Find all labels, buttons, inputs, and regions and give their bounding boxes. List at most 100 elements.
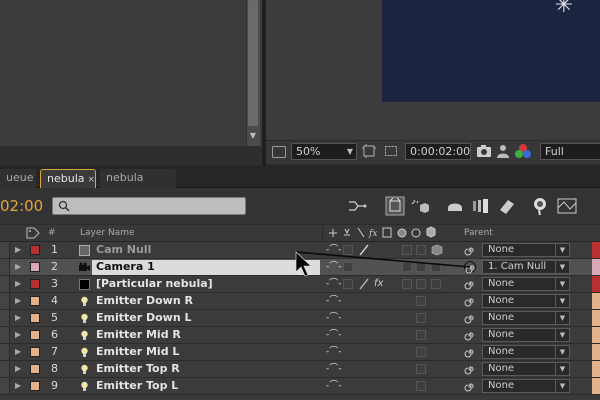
motion-blur-switch[interactable]	[402, 279, 412, 289]
3d-layer-switch[interactable]	[431, 262, 441, 272]
layer-row[interactable]: ▶ 3 [Particular nebula] -⌒- fx None ▼	[0, 276, 600, 293]
column-header-layer-name[interactable]: Layer Name	[80, 227, 135, 239]
parent-pick-whip-icon[interactable]	[464, 363, 476, 375]
visibility-toggle[interactable]	[0, 259, 10, 275]
layer-row[interactable]: ▶ 5 Emitter Down L -⌒- None ▼	[0, 310, 600, 327]
layer-row[interactable]: ▶ 2 Camera 1 -⌒- 1. Cam Null ▼	[0, 259, 600, 276]
3d-layer-switch[interactable]	[431, 279, 441, 289]
twirl-arrow-icon[interactable]: ▶	[15, 259, 21, 275]
twirl-arrow-icon[interactable]: ▶	[15, 310, 21, 326]
shy-switch-icon[interactable]: -⌒-	[326, 348, 342, 357]
motion-blur-switch[interactable]	[402, 245, 412, 255]
layer-name[interactable]: Emitter Top R	[96, 361, 180, 377]
adjustment-switch[interactable]	[416, 347, 426, 357]
timeline-bar-label[interactable]	[592, 259, 600, 275]
layer-row[interactable]: ▶ 8 Emitter Top R -⌒- None ▼	[0, 361, 600, 378]
visibility-toggle[interactable]	[0, 242, 10, 258]
draft-3d-icon[interactable]	[384, 196, 406, 216]
layer-name[interactable]: Camera 1	[96, 259, 155, 275]
timeline-bar-label[interactable]	[592, 344, 600, 360]
label-color-swatch[interactable]	[30, 347, 40, 357]
parent-pick-whip-icon[interactable]	[464, 312, 476, 324]
parent-dropdown[interactable]: None ▼	[482, 328, 570, 342]
layer-name[interactable]: Emitter Top L	[96, 378, 178, 394]
timeline-bar-label[interactable]	[592, 310, 600, 326]
close-icon[interactable]: ×	[88, 175, 96, 185]
twirl-arrow-icon[interactable]: ▶	[15, 327, 21, 343]
visibility-toggle[interactable]	[0, 378, 10, 394]
label-color-swatch[interactable]	[30, 381, 40, 391]
collapse-switch[interactable]	[343, 245, 353, 255]
tab-render-queue[interactable]: ueue	[0, 169, 36, 188]
column-header-number[interactable]: #	[48, 227, 56, 239]
layer-name[interactable]: Cam Null	[96, 242, 151, 258]
parent-dropdown[interactable]: None ▼	[482, 294, 570, 308]
3d-layer-icon[interactable]	[431, 244, 443, 256]
region-of-interest-icon[interactable]	[362, 144, 376, 158]
layer-name[interactable]: Emitter Mid R	[96, 327, 181, 343]
parent-dropdown[interactable]: 1. Cam Null ▼	[482, 260, 570, 274]
label-color-swatch[interactable]	[30, 279, 40, 289]
collapse-switch[interactable]	[343, 262, 353, 272]
brainstorm-icon[interactable]	[496, 196, 518, 216]
layer-search-input[interactable]	[52, 197, 246, 215]
adjustment-switch[interactable]	[416, 330, 426, 340]
label-color-swatch[interactable]	[30, 245, 40, 255]
twirl-arrow-icon[interactable]: ▶	[15, 293, 21, 309]
adjustment-switch[interactable]	[416, 364, 426, 374]
parent-dropdown[interactable]: None ▼	[482, 379, 570, 393]
transparency-grid-icon[interactable]	[384, 144, 398, 158]
current-time-display[interactable]: 02:00	[0, 196, 44, 216]
composition-mini-flowchart-icon[interactable]	[346, 196, 368, 216]
visibility-toggle[interactable]	[0, 293, 10, 309]
twirl-arrow-icon[interactable]: ▶	[15, 276, 21, 292]
camera-snapshot-icon[interactable]	[476, 144, 492, 158]
layer-row[interactable]: ▶ 7 Emitter Mid L -⌒- None ▼	[0, 344, 600, 361]
graph-view-icon[interactable]	[556, 196, 578, 216]
layer-name[interactable]: [Particular nebula]	[96, 276, 213, 292]
show-snapshot-icon[interactable]	[496, 144, 510, 158]
visibility-toggle[interactable]	[0, 361, 10, 377]
tab-nebula[interactable]: nebula ×	[40, 169, 96, 188]
effects-switch-icon[interactable]: fx	[374, 276, 383, 292]
label-color-swatch[interactable]	[30, 313, 40, 323]
timeline-bar-label[interactable]	[592, 378, 600, 394]
parent-pick-whip-icon[interactable]	[464, 244, 476, 256]
shy-switch-icon[interactable]: -⌒-	[326, 280, 342, 289]
always-preview-icon[interactable]	[272, 146, 286, 158]
parent-dropdown[interactable]: None ▼	[482, 345, 570, 359]
label-color-swatch[interactable]	[30, 364, 40, 374]
layer-row[interactable]: ▶ 4 Emitter Down R -⌒- None ▼	[0, 293, 600, 310]
parent-dropdown[interactable]: None ▼	[482, 311, 570, 325]
visibility-toggle[interactable]	[0, 276, 10, 292]
shy-switch-icon[interactable]: -⌒-	[326, 331, 342, 340]
scroll-down-arrow-icon[interactable]: ▼	[248, 130, 258, 142]
parent-pick-whip-icon[interactable]	[464, 329, 476, 341]
adjustment-switch[interactable]	[416, 245, 426, 255]
collapse-switch[interactable]	[343, 279, 353, 289]
visibility-toggle[interactable]	[0, 327, 10, 343]
shy-switch-icon[interactable]: -⌒-	[326, 246, 342, 255]
visibility-toggle[interactable]	[0, 310, 10, 326]
column-header-parent[interactable]: Parent	[464, 227, 493, 239]
parent-dropdown[interactable]: None ▼	[482, 277, 570, 291]
layer-name[interactable]: Emitter Down R	[96, 293, 193, 309]
parent-pick-whip-icon[interactable]	[464, 278, 476, 290]
shy-switch-icon[interactable]: -⌒-	[326, 297, 342, 306]
label-color-swatch[interactable]	[30, 330, 40, 340]
current-time-field[interactable]: 0:00:02:00	[405, 143, 471, 160]
shy-switch-icon[interactable]: -⌒-	[326, 365, 342, 374]
parent-pick-whip-icon[interactable]	[464, 346, 476, 358]
parent-pick-whip-icon[interactable]	[464, 295, 476, 307]
motion-blur-icon[interactable]	[470, 196, 492, 216]
timeline-bar-label[interactable]	[592, 327, 600, 343]
layer-row[interactable]: ▶ 1 Cam Null -⌒- None ▼	[0, 242, 600, 259]
layer-name[interactable]: Emitter Mid L	[96, 344, 179, 360]
twirl-arrow-icon[interactable]: ▶	[15, 344, 21, 360]
timeline-bar-label[interactable]	[592, 242, 600, 258]
parent-pick-whip-icon[interactable]	[464, 261, 476, 274]
shy-layers-icon[interactable]	[408, 196, 430, 216]
visibility-toggle[interactable]	[0, 344, 10, 360]
twirl-arrow-icon[interactable]: ▶	[15, 242, 21, 258]
adjustment-switch[interactable]	[416, 296, 426, 306]
